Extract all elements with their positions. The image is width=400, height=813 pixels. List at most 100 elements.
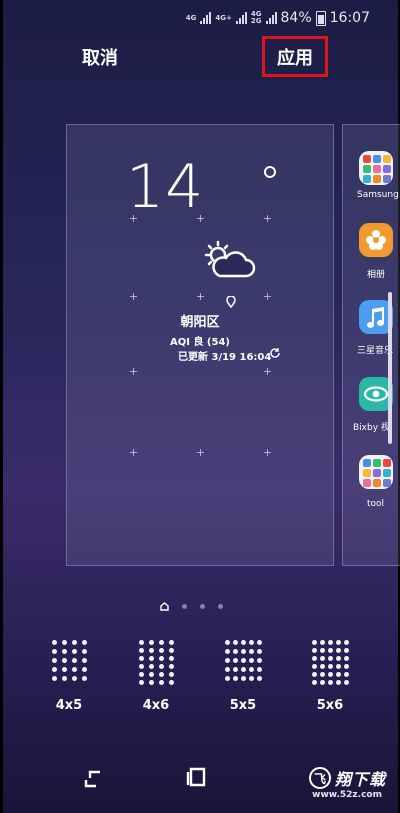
grid-dot [81,676,87,681]
grid-dot [240,640,246,645]
grid-dot [335,680,341,685]
grid-dot [232,640,238,645]
gallery-icon[interactable] [359,223,393,257]
home-page-indicator-icon[interactable] [160,602,169,611]
recent-apps-icon[interactable] [186,766,208,788]
grid-plus-marker [130,293,137,300]
grid-plus-marker [197,449,204,456]
grid-dot [224,667,230,672]
updated-time: 已更新 3/19 16:04 [178,352,272,363]
tool-folder-icon[interactable] [359,455,393,489]
edge-panel-handle[interactable] [388,292,392,444]
samsung-folder-icon[interactable] [359,151,393,185]
grid-dot [343,664,349,669]
grid-plus-marker [264,368,271,375]
air-quality: AQI 良 (54) [170,337,230,348]
grid-dot [319,680,325,685]
grid-dot [343,680,349,685]
grid-dot [71,658,77,663]
grid-option-4x5[interactable]: 4x5 [39,640,99,713]
page-dot[interactable] [218,604,223,609]
watermark-logo-icon: 飞 [308,767,331,789]
grid-dot [158,640,164,645]
grid-dot [256,676,262,681]
grid-dot [224,640,230,645]
page-dot[interactable] [200,604,205,609]
grid-dot [61,667,67,672]
grid-dot [327,656,333,661]
grid-preview-icon [138,640,174,685]
grid-dot [168,656,174,661]
refresh-icon[interactable] [269,347,281,359]
grid-dot [168,664,174,669]
grid-dot [168,640,174,645]
grid-dot [168,680,174,685]
grid-dot [148,672,154,677]
cancel-button[interactable]: 取消 [82,44,118,70]
grid-dot [51,667,57,672]
network-type-1: 4G [185,13,197,22]
grid-dot [148,680,154,685]
grid-option-5x6[interactable]: 5x6 [300,640,360,713]
page-dot[interactable] [182,604,187,609]
grid-dot [232,676,238,681]
grid-dot [327,640,333,645]
grid-option-5x5[interactable]: 5x5 [213,640,273,713]
grid-dot [81,649,87,654]
grid-dot [224,658,230,663]
grid-dot [224,676,230,681]
clock: 16:07 [329,10,370,26]
battery-percent: 84% [280,10,312,26]
grid-dot [240,658,246,663]
grid-dot [71,667,77,672]
grid-dot [51,658,57,663]
grid-option-4x6[interactable]: 4x6 [126,640,186,713]
grid-dot [51,640,57,645]
grid-dot [311,672,317,677]
grid-dot [158,664,164,669]
grid-dot [256,667,262,672]
grid-dot [343,656,349,661]
grid-option-label: 5x6 [316,698,344,713]
grid-dot [138,672,144,677]
grid-dot [256,640,262,645]
grid-dot [248,640,254,645]
grid-dot [240,649,246,654]
grid-dot [158,648,164,653]
grid-dot [148,656,154,661]
app-label: tool [367,499,385,509]
location-pin-icon [226,296,236,308]
apply-button[interactable]: 应用 [262,36,328,77]
grid-dot [256,658,262,663]
grid-dot [71,676,77,681]
grid-dot [224,649,230,654]
grid-option-label: 4x6 [142,698,170,713]
grid-dot [248,658,254,663]
grid-dot [81,640,87,645]
grid-dot [248,649,254,654]
grid-dot [71,640,77,645]
app-label: 相册 [367,270,386,280]
grid-dot [343,640,349,645]
grid-dot [61,640,67,645]
grid-dot [319,648,325,653]
grid-dot [148,664,154,669]
watermark-brand: 翔下载 [334,770,386,789]
grid-dot [81,667,87,672]
app-label: Samsung [357,190,399,200]
grid-dot [240,676,246,681]
grid-dot [240,667,246,672]
back-nav-icon[interactable] [82,768,104,790]
grid-preview-icon [224,640,262,681]
grid-dot [319,640,325,645]
status-bar: 4G 4G+ 4G 2G 84% 16:07 [186,8,370,28]
grid-dot [343,648,349,653]
signal-icon [200,12,212,24]
network-type-2: 4G+ [215,13,232,22]
grid-dot [158,680,164,685]
grid-dot [138,664,144,669]
grid-dot [138,680,144,685]
grid-dot [311,648,317,653]
grid-dot [256,649,262,654]
grid-dot [61,676,67,681]
